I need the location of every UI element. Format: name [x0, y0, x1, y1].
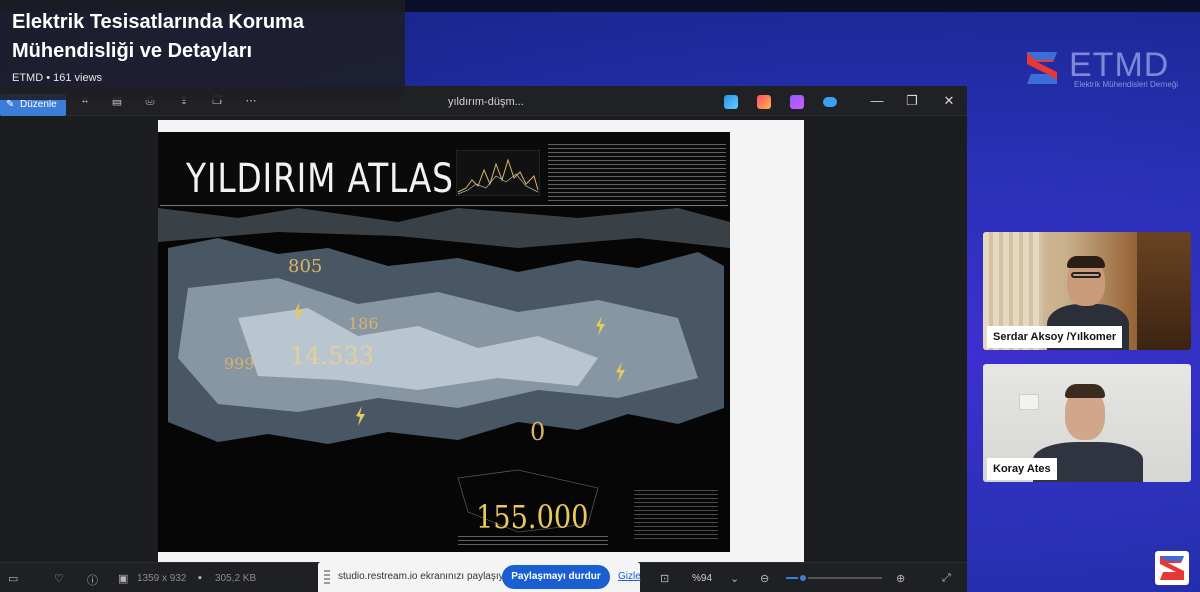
- chevron-down-icon[interactable]: ⌄: [730, 572, 739, 585]
- mini-line-chart: [456, 150, 540, 196]
- share-message: studio.restream.io ekranınızı paylaşıyor…: [338, 571, 515, 582]
- file-size: 305,2 KB: [215, 573, 257, 584]
- etmd-mark-icon: [1023, 48, 1061, 88]
- participant-name-1: Serdar Aksoy /Yılkomer: [987, 326, 1123, 348]
- map-number-186: 186: [348, 314, 379, 333]
- glasses-icon: [1071, 272, 1101, 278]
- participant-video-2: Koray Ates: [983, 364, 1191, 482]
- wall-switch: [1019, 394, 1039, 410]
- etmd-corner-logo-icon: [1155, 551, 1189, 585]
- file-size-icon: ▪: [198, 572, 202, 584]
- image-canvas: YILDIRIM ATLASI 805 186 14.533 999 0 155…: [0, 116, 967, 564]
- drag-handle-icon[interactable]: [324, 570, 330, 584]
- map-number-14533: 14.533: [290, 342, 374, 370]
- onedrive-icon[interactable]: [823, 97, 837, 107]
- filmstrip-icon[interactable]: ▭: [8, 572, 18, 585]
- screen-share-bar: studio.restream.io ekranınızı paylaşıyor…: [318, 562, 641, 592]
- document-page: YILDIRIM ATLASI 805 186 14.533 999 0 155…: [158, 120, 804, 564]
- file-title: yıldırım-düşm...: [448, 96, 524, 108]
- maximize-icon[interactable]: ❐: [904, 93, 920, 109]
- paint-app-icon[interactable]: [757, 95, 771, 109]
- fullscreen-icon[interactable]: ⤢: [942, 572, 951, 585]
- minimize-icon[interactable]: —: [869, 93, 885, 109]
- map-header: YILDIRIM ATLASI: [160, 134, 728, 206]
- person-1-hair: [1067, 256, 1105, 268]
- zoom-in-icon[interactable]: ⊕: [896, 572, 905, 585]
- legend-text: [634, 490, 718, 540]
- fit-screen-icon[interactable]: ⊡: [660, 572, 669, 585]
- map-number-0: 0: [530, 418, 546, 446]
- map-number-999: 999: [224, 354, 255, 373]
- zoom-slider-knob[interactable]: [798, 573, 809, 583]
- big-number: 155.000: [476, 498, 589, 536]
- brand-subtitle: Elektrik Mühendisleri Derneği: [1074, 80, 1179, 89]
- zoom-out-icon[interactable]: ⊖: [760, 572, 769, 585]
- stop-sharing-button[interactable]: Paylaşmayı durdur: [502, 565, 610, 589]
- stream-background: ETMD Elektrik Mühendisleri Derneği ✎ Düz…: [0, 0, 1200, 592]
- video-header: Elektrik Tesisatlarında Koruma Mühendisl…: [0, 0, 405, 100]
- lightning-atlas-map: YILDIRIM ATLASI 805 186 14.533 999 0 155…: [158, 132, 730, 552]
- video-meta: ETMD • 161 views: [12, 72, 103, 84]
- caption-text: [458, 536, 608, 548]
- info-icon[interactable]: ⓘ: [87, 572, 98, 588]
- favorite-icon[interactable]: ♡: [54, 572, 64, 585]
- intro-paragraph: [548, 144, 726, 202]
- hide-link[interactable]: Gizle: [618, 571, 641, 582]
- clipchamp-app-icon[interactable]: [790, 95, 804, 109]
- person-2-hair: [1065, 384, 1105, 398]
- photo-viewer-window: ✎ Düzenle ⌗ ▤ ⎙ ⇪ ❐ ⋯ yıldırım-düşm... —…: [0, 86, 967, 592]
- brand-name: ETMD: [1069, 46, 1170, 84]
- image-size-icon: ▣: [118, 573, 129, 585]
- video-title[interactable]: Elektrik Tesisatlarında Koruma Mühendisl…: [12, 8, 392, 66]
- map-title: YILDIRIM ATLASI: [186, 156, 465, 202]
- zoom-percent[interactable]: %94: [692, 573, 712, 584]
- participant-name-2: Koray Ates: [987, 458, 1057, 480]
- participant-video-1: Serdar Aksoy /Yılkomer: [983, 232, 1191, 350]
- edit-label: Düzenle: [20, 99, 57, 110]
- editor-app-icon[interactable]: [724, 95, 738, 109]
- map-number-805: 805: [288, 256, 323, 277]
- image-dimensions: 1359 x 932: [137, 573, 187, 584]
- door-background: [1137, 232, 1191, 350]
- close-icon[interactable]: ✕: [941, 93, 957, 109]
- zoom-slider[interactable]: [786, 573, 882, 583]
